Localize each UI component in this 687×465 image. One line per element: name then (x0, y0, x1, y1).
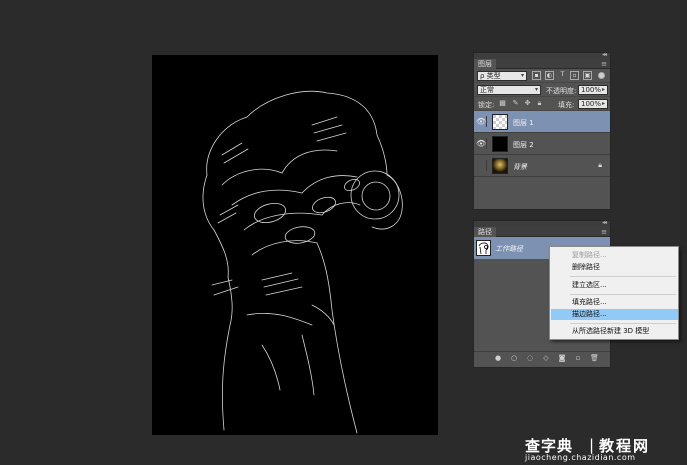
filter-toggle-icon[interactable] (598, 72, 605, 79)
menu-item-delete-path[interactable]: 删除路径 (551, 262, 678, 273)
fill-value: 100% (581, 100, 602, 108)
fill-field[interactable]: 100% ▸ (578, 99, 608, 109)
path-thumbnail (476, 240, 491, 256)
filter-shape-icon[interactable]: ▫ (570, 71, 579, 80)
layer-thumbnail (492, 114, 508, 130)
opacity-value: 100% (581, 86, 602, 94)
filter-type-value: ρ 类型 (480, 72, 501, 80)
watermark-divider: | (589, 436, 595, 454)
menu-separator (570, 294, 676, 295)
paths-tab-row: 路径 ≡ (474, 227, 610, 237)
panel-menu-icon[interactable]: ≡ (601, 60, 607, 68)
lock-position-icon[interactable]: ✥ (524, 100, 531, 107)
paths-bottom-bar: ● ○ ◌ ◇ ◙ ▫ 🗑︎ (474, 351, 610, 363)
menu-item-fill-path[interactable]: 填充路径... (551, 297, 678, 308)
fill-label: 填充: (558, 101, 575, 109)
chevron-right-icon: ▸ (601, 100, 605, 107)
layer-row-2[interactable]: 👁︎ 图层 2 (474, 133, 610, 155)
blend-mode-value: 正常 (480, 86, 494, 94)
layer-row-background[interactable]: · 背景 🔒︎ (474, 155, 610, 177)
opacity-label: 不透明度: (546, 87, 577, 95)
delete-icon[interactable]: 🗑︎ (590, 354, 599, 362)
fill-path-icon[interactable]: ● (494, 354, 502, 362)
stroke-path-icon[interactable]: ○ (510, 354, 518, 362)
lock-transparent-icon[interactable]: ▩ (499, 100, 506, 107)
add-mask-icon[interactable]: ◙ (558, 354, 566, 362)
layer-name: 背景 (513, 163, 527, 171)
blend-mode-row: 正常 ▾ 不透明度: 100% ▸ (474, 83, 610, 97)
fist-line-art (202, 90, 403, 434)
path-name: 工作路径 (495, 245, 523, 253)
blend-mode-dropdown[interactable]: 正常 ▾ (477, 85, 541, 95)
watermark: 查字典 | 教程网 jiaocheng.chazidian.com (525, 435, 683, 463)
menu-separator (570, 323, 676, 324)
watermark-url: jiaocheng.chazidian.com (525, 453, 636, 462)
opacity-field[interactable]: 100% ▸ (578, 85, 608, 95)
lock-all-icon[interactable]: 🔒︎ (536, 100, 543, 107)
menu-item-make-selection[interactable]: 建立选区... (551, 280, 678, 291)
layer-thumbnail (492, 136, 508, 152)
layer-name: 图层 2 (513, 141, 534, 149)
new-path-icon[interactable]: ▫ (574, 354, 582, 362)
chevron-down-icon: ▸ (601, 86, 605, 93)
filter-text-icon[interactable]: T (558, 71, 567, 80)
eye-icon[interactable]: 👁︎ (476, 138, 487, 149)
layers-tab-row: 图层 ≡ (474, 59, 610, 69)
filter-adjustment-icon[interactable]: ◐ (545, 71, 554, 80)
lock-row: 锁定: ▩ ✎ ✥ 🔒︎ 填充: 100% ▸ (474, 97, 610, 111)
context-menu: 复制路径... 删除路径 建立选区... 填充路径... 描边路径... 从所选… (549, 246, 679, 340)
tab-layers[interactable]: 图层 (474, 59, 496, 69)
layer-filter-row: ρ 类型 ▾ ▪ ◐ T ▫ ▣ (474, 69, 610, 83)
eye-icon[interactable]: 👁︎ (476, 116, 487, 127)
lock-paint-icon[interactable]: ✎ (512, 100, 519, 107)
lock-icon: 🔒︎ (598, 161, 602, 169)
menu-item-duplicate-path[interactable]: 复制路径... (551, 250, 678, 261)
layer-name: 图层 1 (513, 119, 534, 127)
layer-thumbnail (492, 158, 508, 174)
filter-type-dropdown[interactable]: ρ 类型 ▾ (477, 71, 527, 81)
lock-label: 锁定: (478, 101, 495, 109)
make-work-path-icon[interactable]: ◇ (542, 354, 550, 362)
layer-row-1[interactable]: 👁︎ 图层 1 (474, 111, 610, 133)
load-selection-icon[interactable]: ◌ (526, 354, 534, 362)
chevron-down-icon: ▾ (534, 86, 538, 93)
fist-thumbnail-icon (478, 242, 489, 255)
filter-pixel-icon[interactable]: ▪ (532, 71, 541, 80)
eye-hidden-icon[interactable]: · (476, 160, 487, 171)
document-canvas[interactable] (152, 55, 438, 435)
filter-smart-object-icon[interactable]: ▣ (583, 71, 592, 80)
tab-paths[interactable]: 路径 (474, 227, 496, 237)
menu-item-stroke-path[interactable]: 描边路径... (551, 309, 678, 320)
menu-separator (570, 276, 676, 277)
panel-menu-icon[interactable]: ≡ (601, 228, 607, 236)
menu-item-new-3d-from-path[interactable]: 从所选路径新建 3D 模型 (551, 326, 678, 337)
layers-panel: ◂◂ 图层 ≡ ρ 类型 ▾ ▪ ◐ T ▫ ▣ 正常 ▾ 不透明度: 100%… (473, 51, 611, 210)
chevron-down-icon: ▾ (520, 72, 524, 79)
